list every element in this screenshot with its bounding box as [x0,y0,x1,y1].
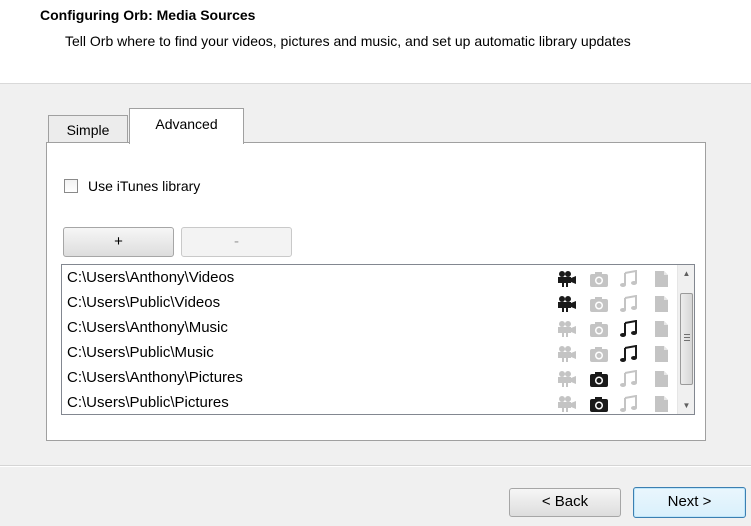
itunes-checkbox[interactable] [64,179,78,193]
source-path: C:\Users\Anthony\Videos [67,269,235,286]
music-note-icon[interactable] [619,345,639,363]
document-icon[interactable] [651,295,671,313]
camera-icon[interactable] [589,395,609,413]
music-note-icon[interactable] [619,295,639,313]
video-camera-icon[interactable] [557,395,577,413]
document-icon[interactable] [651,345,671,363]
dialog-subtitle: Tell Orb where to find your videos, pict… [65,33,631,49]
music-note-icon[interactable] [619,395,639,413]
video-camera-icon[interactable] [557,320,577,338]
itunes-checkbox-label[interactable]: Use iTunes library [88,178,200,194]
document-icon[interactable] [651,395,671,413]
dialog-title: Configuring Orb: Media Sources [40,7,256,23]
video-camera-icon[interactable] [557,270,577,288]
video-camera-icon[interactable] [557,345,577,363]
tab-simple[interactable]: Simple [48,115,128,143]
list-item[interactable]: C:\Users\Public\Music [62,342,678,367]
source-path: C:\Users\Public\Music [67,344,214,361]
source-path: C:\Users\Public\Videos [67,294,221,311]
add-source-button[interactable]: + [63,227,174,257]
camera-icon[interactable] [589,295,609,313]
list-item[interactable]: C:\Users\Anthony\Music [62,317,678,342]
tab-advanced[interactable]: Advanced [129,108,244,144]
itunes-checkbox-row[interactable]: Use iTunes library [64,176,200,196]
camera-icon[interactable] [589,320,609,338]
list-item[interactable]: C:\Users\Public\Pictures [62,392,678,414]
document-icon[interactable] [651,270,671,288]
list-scrollbar[interactable]: ▲ ▼ [677,265,694,414]
source-path: C:\Users\Anthony\Pictures [67,369,243,386]
document-icon[interactable] [651,370,671,388]
camera-icon[interactable] [589,370,609,388]
music-note-icon[interactable] [619,370,639,388]
media-sources-list[interactable]: C:\Users\Anthony\Videos C:\Users\Public\V… [61,264,695,415]
grip-icon [684,334,690,341]
back-button[interactable]: < Back [509,488,621,517]
music-note-icon[interactable] [619,320,639,338]
document-icon[interactable] [651,320,671,338]
scroll-thumb[interactable] [680,293,693,385]
list-item[interactable]: C:\Users\Anthony\Pictures [62,367,678,392]
camera-icon[interactable] [589,345,609,363]
next-button[interactable]: Next > [633,487,746,518]
scroll-up-arrow-icon[interactable]: ▲ [678,265,694,282]
footer-divider [0,465,751,467]
music-note-icon[interactable] [619,270,639,288]
remove-source-button[interactable]: - [181,227,292,257]
source-path: C:\Users\Anthony\Music [67,319,228,336]
list-item[interactable]: C:\Users\Anthony\Videos [62,267,678,292]
video-camera-icon[interactable] [557,295,577,313]
scroll-down-arrow-icon[interactable]: ▼ [678,397,694,414]
source-path: C:\Users\Public\Pictures [67,394,229,411]
list-item[interactable]: C:\Users\Public\Videos [62,292,678,317]
video-camera-icon[interactable] [557,370,577,388]
dialog-header: Configuring Orb: Media Sources Tell Orb … [0,0,751,84]
camera-icon[interactable] [589,270,609,288]
